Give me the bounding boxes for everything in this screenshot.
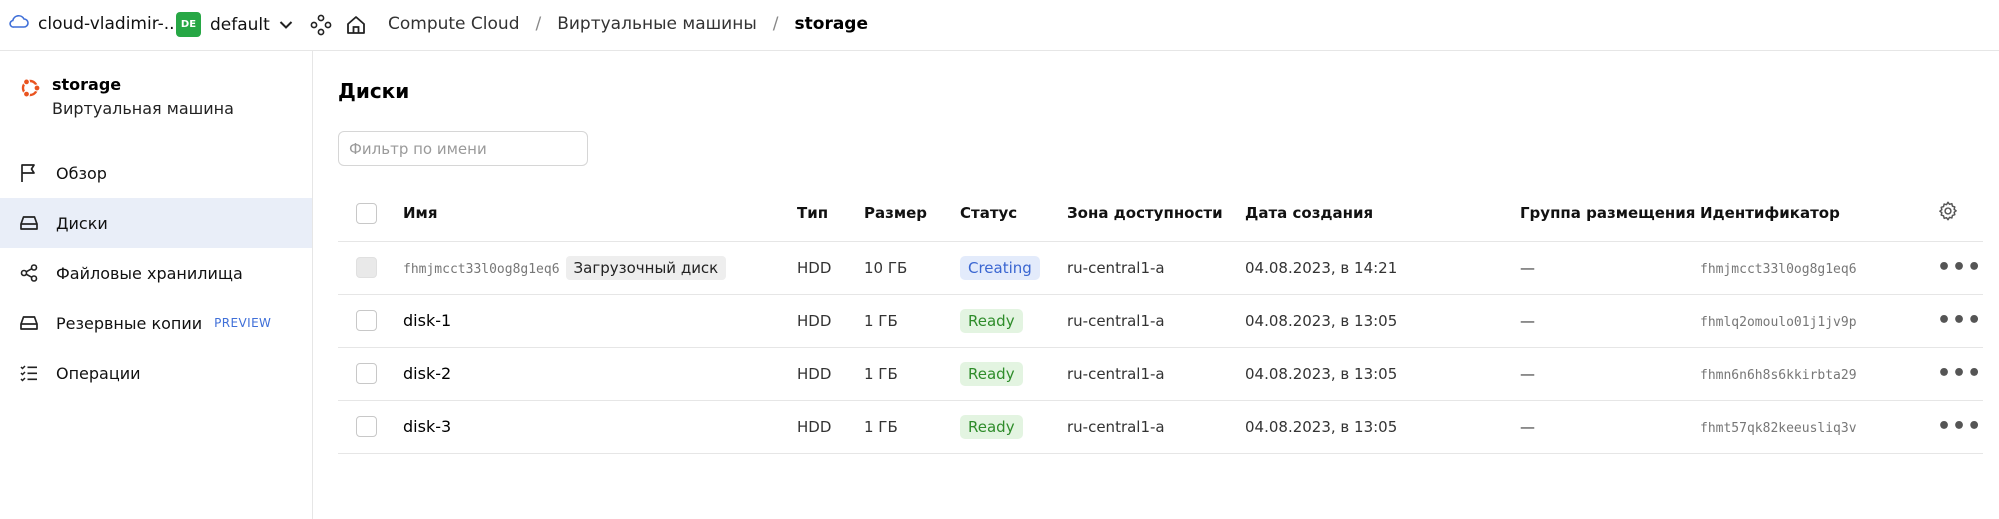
row-actions-button[interactable]: •••	[1937, 414, 1982, 439]
disk-size: 1 ГБ	[864, 400, 960, 454]
breadcrumb-separator: /	[535, 14, 542, 34]
vm-subtitle: Виртуальная машина	[52, 99, 234, 118]
column-header-placement-group[interactable]: Группа размещения	[1520, 186, 1700, 242]
disk-type: HDD	[797, 241, 864, 295]
checklist-icon	[18, 362, 40, 384]
disk-size: 1 ГБ	[864, 347, 960, 401]
breadcrumb-current: storage	[794, 14, 868, 34]
page-title: Диски	[338, 79, 410, 103]
disk-name[interactable]: disk-2	[403, 364, 451, 383]
table-row[interactable]: disk-2 HDD 1 ГБ Ready ru-central1-a 04.0…	[338, 347, 1983, 401]
home-icon[interactable]	[345, 14, 367, 41]
row-actions-button[interactable]: •••	[1937, 361, 1982, 386]
row-actions-button[interactable]: •••	[1937, 308, 1982, 333]
placement-group: —	[1520, 400, 1700, 454]
status-badge: Ready	[960, 361, 1023, 386]
disk-zone: ru-central1-a	[1067, 241, 1245, 295]
cloud-selector[interactable]: cloud-vladimir-...	[8, 13, 180, 34]
disk-type: HDD	[797, 400, 864, 454]
disks-table: Имя Тип Размер Статус Зона доступности Д…	[338, 186, 1983, 454]
sidebar-item-overview[interactable]: Обзор	[0, 148, 312, 198]
column-header-type[interactable]: Тип	[797, 186, 864, 242]
disk-size: 10 ГБ	[864, 241, 960, 295]
row-actions-button[interactable]: •••	[1937, 255, 1982, 280]
sidebar-item-disks[interactable]: Диски	[0, 198, 312, 248]
disk-zone: ru-central1-a	[1067, 347, 1245, 401]
sidebar-item-label: Операции	[56, 363, 141, 383]
disk-name: fhmjmcct33l0og8g1eq6	[403, 261, 560, 277]
disk-name[interactable]: disk-1	[403, 311, 451, 330]
disk-id: fhmt57qk82keeusliq3v	[1700, 420, 1857, 436]
name-filter-input[interactable]	[338, 131, 588, 166]
disk-type: HDD	[797, 294, 864, 348]
disk-icon	[18, 212, 40, 234]
sidebar-item-operations[interactable]: Операции	[0, 348, 312, 398]
table-header-row: Имя Тип Размер Статус Зона доступности Д…	[338, 186, 1983, 242]
row-checkbox[interactable]	[356, 416, 377, 437]
placement-group: —	[1520, 294, 1700, 348]
disk-type: HDD	[797, 347, 864, 401]
cloud-icon	[8, 13, 30, 34]
sidebar-item-label: Диски	[56, 213, 108, 233]
folder-badge: DE	[176, 12, 201, 37]
ubuntu-icon	[18, 76, 42, 119]
row-checkbox[interactable]	[356, 363, 377, 384]
sidebar-nav: Обзор Диски Файловые хранилища Резервные…	[0, 148, 312, 398]
chevron-down-icon	[279, 15, 293, 35]
share-nodes-icon	[18, 262, 40, 284]
cloud-name: cloud-vladimir-...	[38, 13, 180, 34]
sidebar-item-label: Резервные копии	[56, 313, 203, 333]
folder-selector[interactable]: DE default	[176, 12, 293, 37]
sidebar-item-label: Обзор	[56, 163, 107, 183]
vm-title: storage	[52, 75, 122, 94]
disk-id: fhmn6n6h8s6kkirbta29	[1700, 367, 1857, 383]
placement-group: —	[1520, 241, 1700, 295]
disk-created: 04.08.2023, в 13:05	[1245, 347, 1520, 401]
gear-icon[interactable]	[1937, 200, 1959, 222]
top-bar: cloud-vladimir-... DE default Compute Cl…	[0, 0, 1999, 51]
boot-disk-tag: Загрузочный диск	[565, 255, 727, 280]
main-content: Диски Имя Тип Размер Статус Зона доступн…	[313, 51, 1999, 519]
sidebar-item-backups[interactable]: Резервные копии PREVIEW	[0, 298, 312, 348]
services-icon[interactable]	[310, 14, 332, 41]
disk-id: fhmlq2omoulo01j1jv9p	[1700, 314, 1857, 330]
disk-created: 04.08.2023, в 13:05	[1245, 400, 1520, 454]
backup-icon	[18, 312, 40, 334]
row-checkbox[interactable]	[356, 310, 377, 331]
folder-name: default	[210, 14, 270, 35]
table-row[interactable]: fhmjmcct33l0og8g1eq6 Загрузочный диск HDD…	[338, 241, 1983, 295]
disk-size: 1 ГБ	[864, 294, 960, 348]
status-badge: Ready	[960, 414, 1023, 439]
status-badge: Creating	[960, 255, 1040, 280]
sidebar: storage Виртуальная машина Обзор Диски Ф…	[0, 51, 313, 519]
breadcrumb-compute-cloud[interactable]: Compute Cloud	[388, 14, 519, 34]
column-header-id[interactable]: Идентификатор	[1700, 186, 1937, 242]
vm-header: storage Виртуальная машина	[18, 75, 234, 119]
column-header-name[interactable]: Имя	[403, 186, 797, 242]
table-row[interactable]: disk-3 HDD 1 ГБ Ready ru-central1-a 04.0…	[338, 400, 1983, 454]
disk-zone: ru-central1-a	[1067, 294, 1245, 348]
disk-created: 04.08.2023, в 13:05	[1245, 294, 1520, 348]
table-row[interactable]: disk-1 HDD 1 ГБ Ready ru-central1-a 04.0…	[338, 294, 1983, 348]
sidebar-item-file-storage[interactable]: Файловые хранилища	[0, 248, 312, 298]
sidebar-item-label: Файловые хранилища	[56, 263, 243, 283]
column-header-size[interactable]: Размер	[864, 186, 960, 242]
select-all-checkbox[interactable]	[356, 202, 377, 224]
disk-created: 04.08.2023, в 14:21	[1245, 241, 1520, 295]
column-header-created[interactable]: Дата создания	[1245, 186, 1520, 242]
breadcrumb-virtual-machines[interactable]: Виртуальные машины	[557, 14, 757, 34]
column-header-zone[interactable]: Зона доступности	[1067, 186, 1245, 242]
breadcrumb: Compute Cloud / Виртуальные машины / sto…	[388, 14, 868, 34]
disk-zone: ru-central1-a	[1067, 400, 1245, 454]
status-badge: Ready	[960, 308, 1023, 333]
row-checkbox	[356, 257, 377, 278]
disk-name[interactable]: disk-3	[403, 417, 451, 436]
column-header-status[interactable]: Статус	[960, 186, 1067, 242]
placement-group: —	[1520, 347, 1700, 401]
preview-badge: PREVIEW	[214, 316, 272, 330]
flag-icon	[18, 162, 40, 184]
disk-id: fhmjmcct33l0og8g1eq6	[1700, 261, 1857, 277]
breadcrumb-separator: /	[772, 14, 779, 34]
